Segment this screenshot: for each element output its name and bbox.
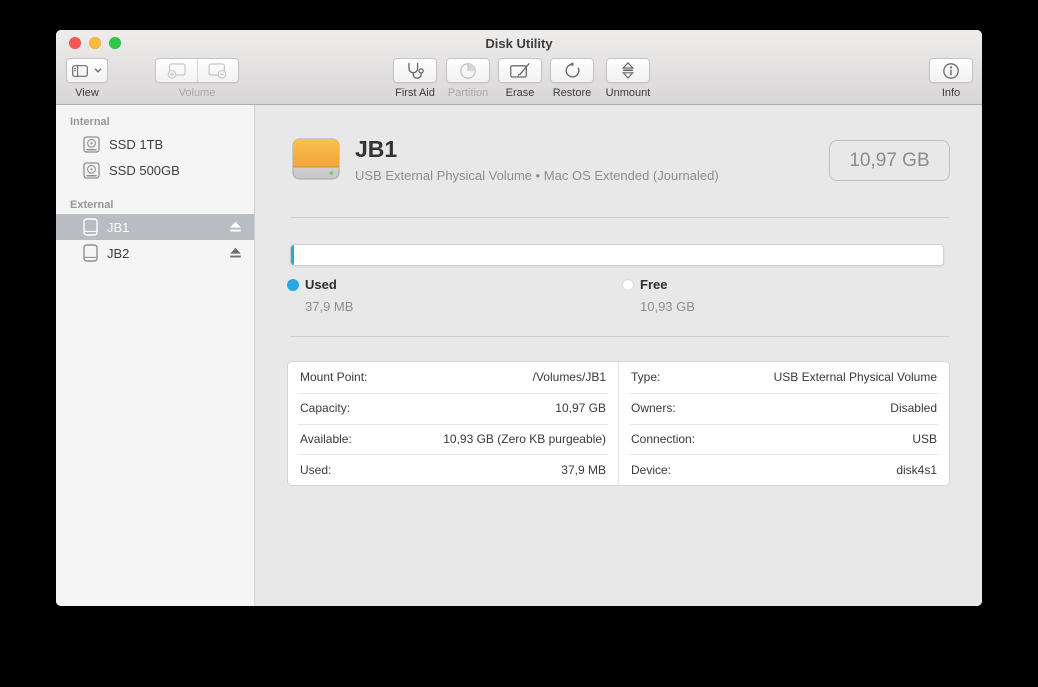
sidebar-toggle-icon <box>72 64 88 77</box>
volume-label: Volume <box>178 87 216 99</box>
usage-bar-used <box>291 245 295 265</box>
detail-label: Device: <box>631 462 672 477</box>
detail-value: /Volumes/JB1 <box>532 370 606 385</box>
pie-chart-icon <box>459 62 477 80</box>
erase-icon <box>510 63 530 78</box>
info-icon <box>942 62 960 80</box>
disk-utility-window: Disk Utility View Volume First Aid Parti… <box>56 30 982 606</box>
legend-used: Used 37,9 MB <box>287 277 353 314</box>
volume-subtitle: USB External Physical Volume • Mac OS Ex… <box>355 168 719 183</box>
volume-segmented-control <box>155 58 239 83</box>
detail-value: disk4s1 <box>896 462 937 477</box>
restore-icon <box>564 62 581 79</box>
used-legend-value: 37,9 MB <box>305 299 354 314</box>
details-left-column: Mount Point: /Volumes/JB1 Capacity: 10,9… <box>288 362 619 485</box>
sidebar-item-ssd-500gb[interactable]: SSD 500GB <box>56 157 254 183</box>
add-volume-icon <box>167 62 186 79</box>
sidebar-item-label: JB2 <box>107 245 130 261</box>
orange-external-drive-icon <box>288 131 344 187</box>
table-row: Used: 37,9 MB <box>288 454 618 485</box>
detail-label: Mount Point: <box>300 370 368 385</box>
sidebar-section-internal: Internal <box>70 116 110 128</box>
sidebar-item-jb2[interactable]: JB2 <box>56 240 254 266</box>
info-label: Info <box>941 87 961 99</box>
window-title: Disk Utility <box>485 36 553 51</box>
main-content: JB1 USB External Physical Volume • Mac O… <box>255 105 982 606</box>
detail-label: Connection: <box>631 431 696 446</box>
detail-value: 10,93 GB (Zero KB purgeable) <box>443 431 606 446</box>
legend-free: Free 10,93 GB <box>622 277 695 314</box>
capacity-badge: 10,97 GB <box>829 140 950 181</box>
sidebar-section-external: External <box>70 199 114 211</box>
eject-icon[interactable] <box>229 247 242 259</box>
stethoscope-icon <box>405 62 425 80</box>
free-legend-dot <box>622 278 634 291</box>
free-legend-value: 10,93 GB <box>640 299 695 314</box>
table-row: Connection: USB <box>619 423 949 455</box>
partition-label: Partition <box>447 87 489 99</box>
sidebar-item-jb1[interactable]: JB1 <box>56 214 254 240</box>
detail-value: Disabled <box>890 401 937 416</box>
restore-button[interactable] <box>550 58 594 83</box>
detail-label: Type: <box>631 370 661 385</box>
unmount-button[interactable] <box>606 58 650 83</box>
erase-button[interactable] <box>498 58 542 83</box>
chevron-down-icon <box>94 68 102 73</box>
internal-drive-icon <box>83 161 100 179</box>
sidebar-item-label: SSD 500GB <box>109 162 180 178</box>
details-table: Mount Point: /Volumes/JB1 Capacity: 10,9… <box>287 361 950 486</box>
internal-drive-icon <box>83 135 100 153</box>
view-button[interactable] <box>66 58 108 83</box>
sidebar-item-ssd-1tb[interactable]: SSD 1TB <box>56 131 254 157</box>
table-row: Mount Point: /Volumes/JB1 <box>288 362 618 393</box>
detail-label: Used: <box>300 462 332 477</box>
detail-value: USB External Physical Volume <box>773 370 937 385</box>
sidebar: Internal SSD 1TB SSD 500GB External JB1 <box>56 105 255 606</box>
restore-label: Restore <box>552 87 592 99</box>
separator <box>290 217 949 218</box>
sidebar-item-label: SSD 1TB <box>109 136 164 152</box>
remove-volume-icon <box>208 62 227 79</box>
partition-button[interactable] <box>446 58 490 83</box>
detail-value: 37,9 MB <box>561 462 606 477</box>
detail-label: Capacity: <box>300 401 351 416</box>
info-button[interactable] <box>929 58 973 83</box>
first-aid-label: First Aid <box>395 87 435 99</box>
free-legend-label: Free <box>640 277 668 292</box>
eject-icon[interactable] <box>229 221 242 233</box>
volume-title: JB1 <box>355 136 398 162</box>
used-legend-dot <box>287 278 299 291</box>
view-label: View <box>75 87 99 99</box>
usage-bar <box>290 244 944 266</box>
external-drive-icon <box>83 244 98 262</box>
unmount-label: Unmount <box>605 87 651 99</box>
sidebar-item-label: JB1 <box>107 219 130 235</box>
window-chrome: Disk Utility View Volume First Aid Parti… <box>56 30 982 105</box>
used-legend-label: Used <box>305 277 337 292</box>
external-drive-icon <box>83 218 98 236</box>
details-right-column: Type: USB External Physical Volume Owner… <box>619 362 949 485</box>
table-row: Available: 10,93 GB (Zero KB purgeable) <box>288 423 618 455</box>
unmount-icon <box>622 62 634 79</box>
detail-value: 10,97 GB <box>555 401 606 416</box>
detail-label: Owners: <box>631 401 676 416</box>
table-row: Device: disk4s1 <box>619 454 949 485</box>
table-row: Type: USB External Physical Volume <box>619 362 949 393</box>
erase-label: Erase <box>505 87 535 99</box>
add-volume-button[interactable] <box>156 59 198 82</box>
remove-volume-button[interactable] <box>198 59 239 82</box>
desktop: { "window": { "title": "Disk Utility", "… <box>0 0 1038 687</box>
table-row: Owners: Disabled <box>619 392 949 424</box>
detail-value: USB <box>912 431 937 446</box>
table-row: Capacity: 10,97 GB <box>288 392 618 424</box>
first-aid-button[interactable] <box>393 58 437 83</box>
detail-label: Available: <box>300 431 352 446</box>
separator <box>290 336 949 337</box>
